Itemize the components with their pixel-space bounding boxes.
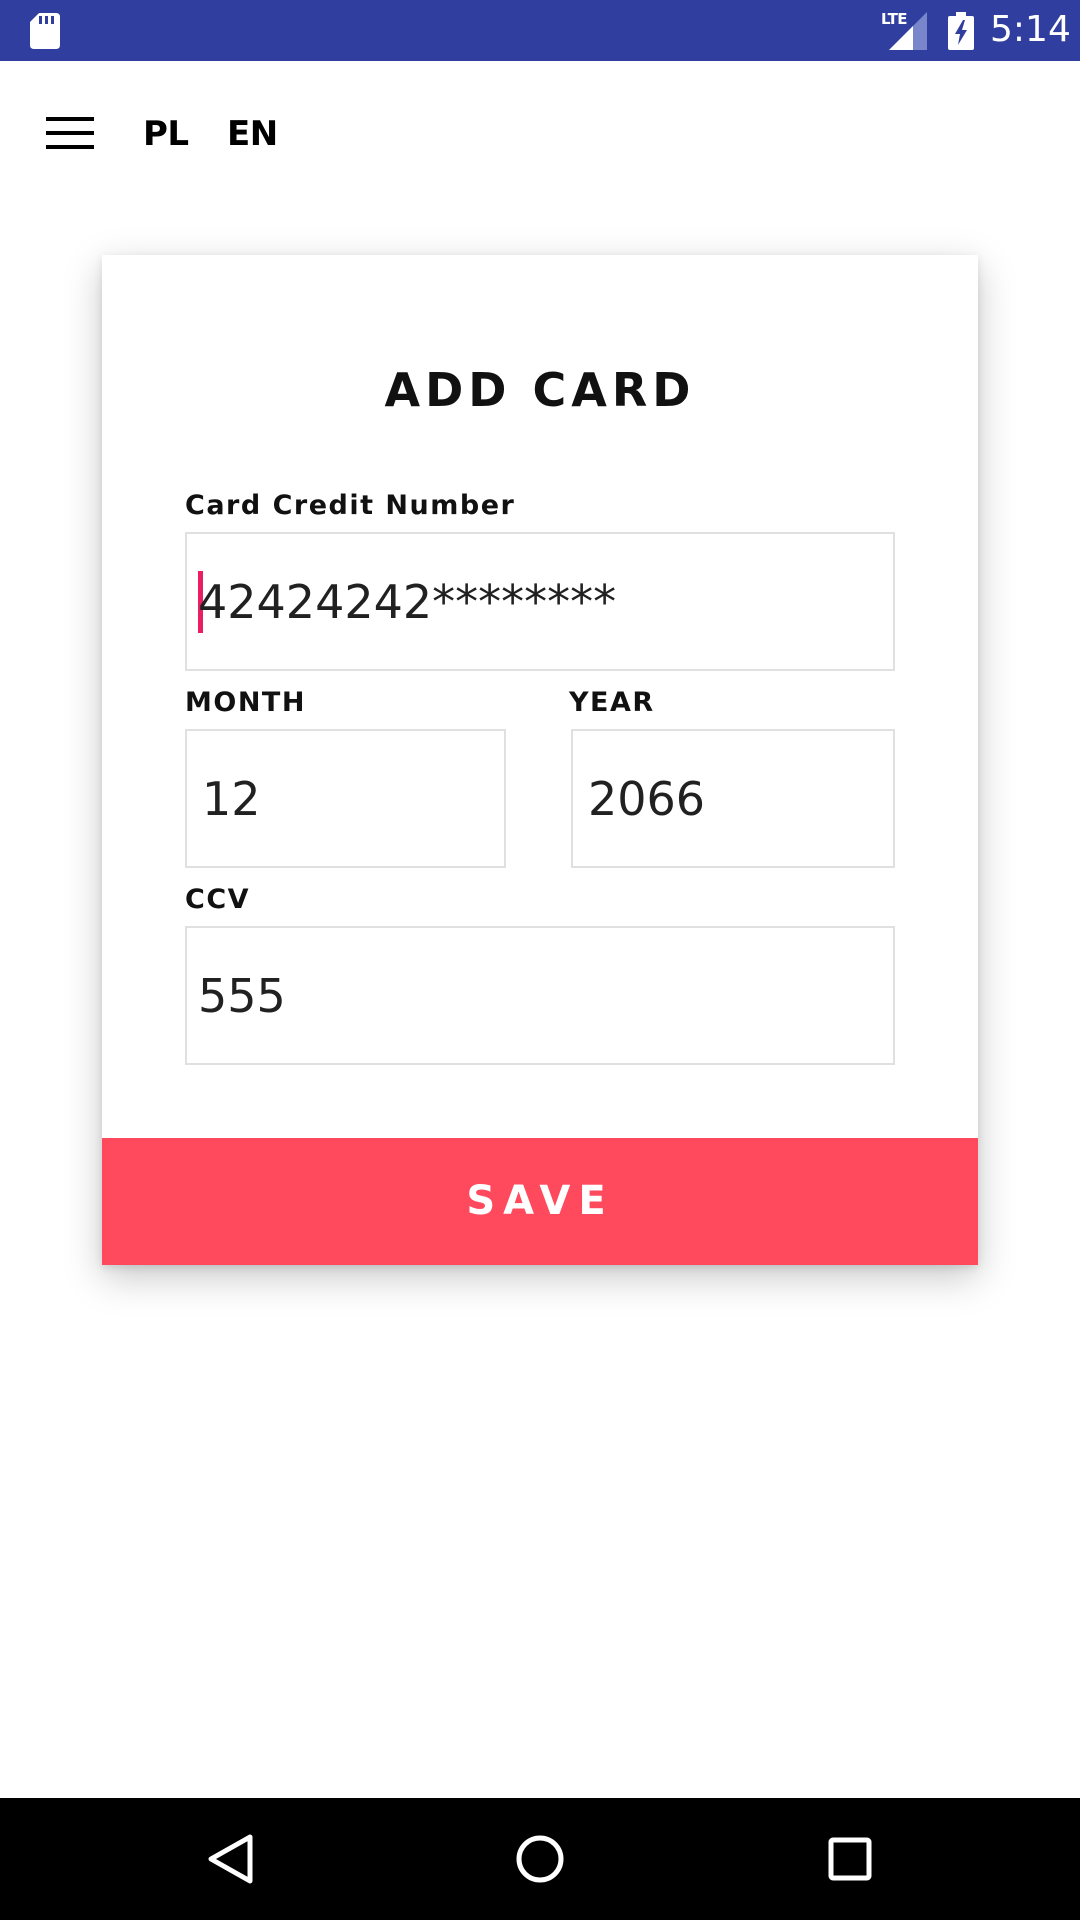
form-title: ADD CARD xyxy=(384,363,696,417)
card-number-value: 42424242******** xyxy=(198,575,617,629)
year-value: 2066 xyxy=(588,772,706,826)
ccv-label: CCV xyxy=(185,884,251,915)
signal-icon xyxy=(889,12,927,55)
ccv-input[interactable]: 555 xyxy=(185,926,895,1065)
battery-charging-icon xyxy=(948,12,974,55)
status-bar: LTE 5:14 xyxy=(0,0,1080,61)
status-clock: 5:14 xyxy=(990,9,1071,50)
year-input[interactable]: 2066 xyxy=(571,729,895,868)
sd-card-icon xyxy=(30,13,60,54)
add-card-form: ADD CARD Card Credit Number 42424242****… xyxy=(102,255,978,1265)
month-value: 12 xyxy=(202,772,261,826)
card-number-label: Card Credit Number xyxy=(185,490,516,521)
hamburger-menu-icon[interactable] xyxy=(46,117,96,149)
save-button[interactable]: SAVE xyxy=(102,1138,978,1265)
language-pl-button[interactable]: PL xyxy=(143,114,189,154)
month-input[interactable]: 12 xyxy=(185,729,506,868)
language-en-button[interactable]: EN xyxy=(227,114,278,154)
ccv-value: 555 xyxy=(198,969,286,1023)
back-button[interactable] xyxy=(170,1798,290,1920)
card-number-input[interactable]: 42424242******** xyxy=(185,532,895,671)
home-button[interactable] xyxy=(480,1798,600,1920)
recents-button[interactable] xyxy=(790,1798,910,1920)
year-label: YEAR xyxy=(569,687,655,718)
navigation-bar xyxy=(0,1798,1080,1920)
month-label: MONTH xyxy=(185,687,306,718)
